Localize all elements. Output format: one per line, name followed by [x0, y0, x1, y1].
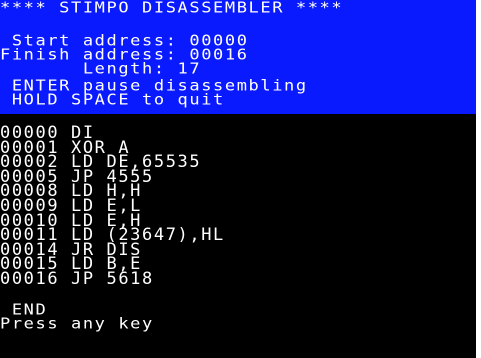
end-label: END — [0, 301, 48, 319]
length-line: Length: 17 — [0, 60, 202, 78]
program-title: **** STIMPO DISASSEMBLER **** — [0, 0, 344, 17]
listing-row: 00016 JP 5618 — [0, 268, 154, 289]
hold-space-hint: HOLD SPACE to quit — [0, 91, 225, 109]
disassembly-listing: 00000 DI 00001 XOR A 00002 LD DE,65535 0… — [0, 125, 225, 289]
start-address-line: Start address: 00000 — [0, 32, 249, 50]
emulator-screen: **** STIMPO DISASSEMBLER **** Start addr… — [0, 0, 476, 358]
enter-pause-hint: ENTER pause disassembling — [0, 77, 308, 95]
finish-address-line: Finish address: 00016 — [0, 46, 249, 64]
press-any-key-prompt[interactable]: Press any key — [0, 317, 154, 332]
header-banner: **** STIMPO DISASSEMBLER **** Start addr… — [0, 0, 476, 114]
